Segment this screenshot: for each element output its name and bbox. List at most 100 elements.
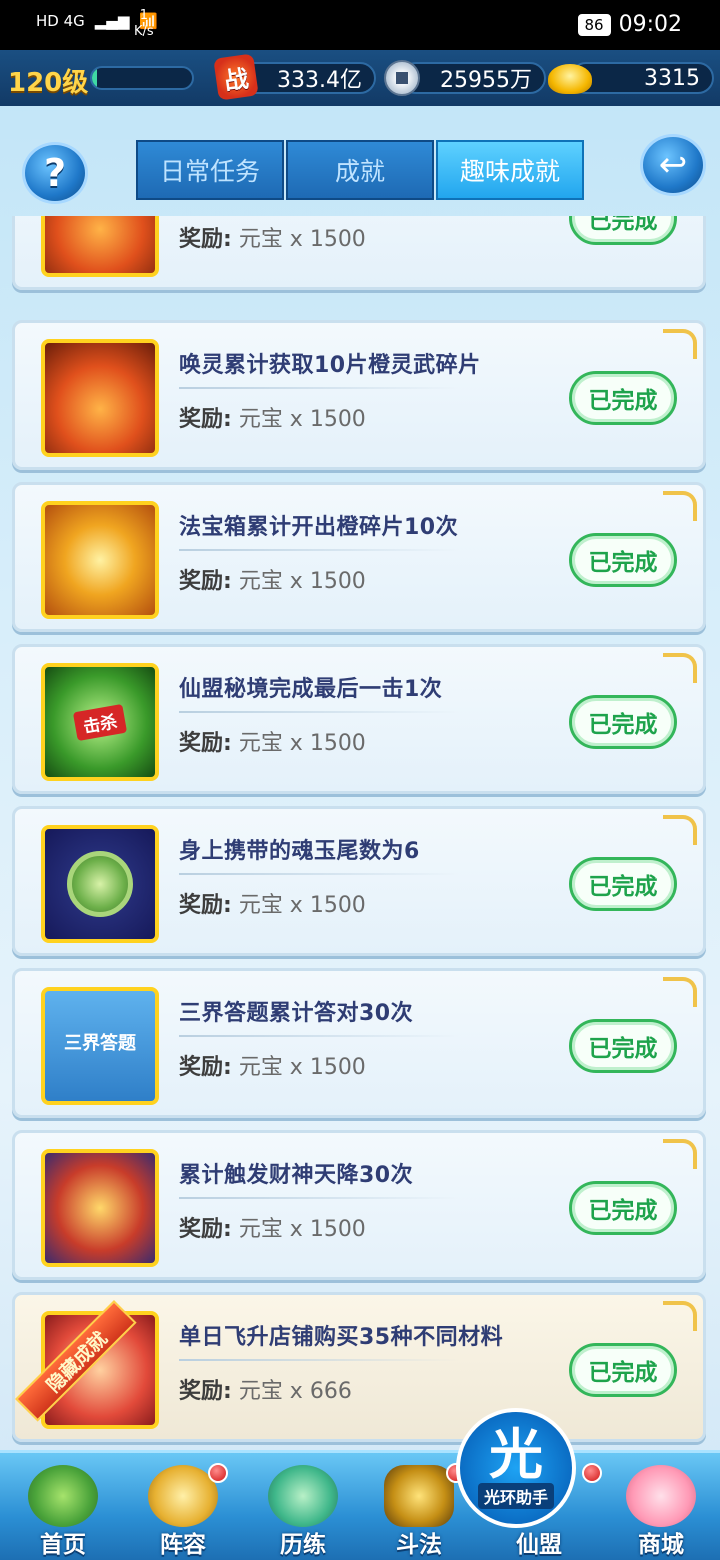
training-icon <box>268 1465 338 1527</box>
completed-button[interactable]: 已完成 <box>569 1019 677 1073</box>
nav-label: 阵容 <box>160 1532 206 1558</box>
nav-item-1[interactable]: 阵容 <box>128 1453 238 1560</box>
title-divider <box>179 711 459 713</box>
reward-label: 奖励: <box>179 1379 232 1404</box>
task-tabs: 日常任务 成就 趣味成就 <box>136 140 586 200</box>
achievement-card: 法宝箱累计开出橙碎片10次 奖励: 元宝 x 1500 已完成 <box>12 482 706 632</box>
achievement-card: 累计触发财神天降30次 奖励: 元宝 x 1500 已完成 <box>12 1130 706 1280</box>
reward-value: 元宝 x 1500 <box>238 1217 366 1242</box>
nav-item-0[interactable]: 首页 <box>8 1453 118 1560</box>
treasure-chest-icon <box>41 501 159 619</box>
completed-button[interactable]: 已完成 <box>569 216 677 245</box>
battery-indicator: 86 <box>577 13 611 36</box>
reward-label: 奖励: <box>179 893 232 918</box>
title-divider <box>179 1197 459 1199</box>
reward-value: 元宝 x 1500 <box>238 731 366 756</box>
player-level: 120级 <box>8 68 89 98</box>
completed-button[interactable]: 已完成 <box>569 857 677 911</box>
card-corner-ornament-icon <box>663 653 697 683</box>
reward-label: 奖励: <box>179 1055 232 1080</box>
nav-label: 商城 <box>638 1532 684 1558</box>
tab-1[interactable]: 成就 <box>286 140 434 200</box>
battle-sword-icon <box>384 1465 454 1527</box>
reward-value: 元宝 x 1500 <box>238 407 366 432</box>
achievement-card: 身上携带的魂玉尾数为6 奖励: 元宝 x 1500 已完成 <box>12 806 706 956</box>
completed-button[interactable]: 已完成 <box>569 533 677 587</box>
halo-assistant-label: 光环助手 <box>477 1483 554 1509</box>
jade-swirl-icon <box>41 825 159 943</box>
gold-ingot-icon <box>548 64 592 94</box>
copper-coin-icon <box>384 60 420 96</box>
achievement-title: 法宝箱累计开出橙碎片10次 <box>179 515 459 540</box>
network-speed: 1 K/s <box>134 8 154 40</box>
title-divider <box>179 873 459 875</box>
reward-value: 元宝 x 1500 <box>238 1055 366 1080</box>
card-corner-ornament-icon <box>663 1139 697 1169</box>
help-button[interactable]: ? <box>22 142 88 204</box>
fire-warrior-icon <box>41 216 159 277</box>
completed-button[interactable]: 已完成 <box>569 1181 677 1235</box>
reward-label: 奖励: <box>179 569 232 594</box>
fire-warrior-icon <box>41 339 159 457</box>
achievement-card: 隐藏成就 单日飞升店铺购买35种不同材料 奖励: 元宝 x 666 已完成 <box>12 1292 706 1442</box>
completed-button[interactable]: 已完成 <box>569 695 677 749</box>
card-corner-ornament-icon <box>663 329 697 359</box>
back-arrow-icon: ↩ <box>658 145 688 185</box>
achievement-reward: 奖励: 元宝 x 1500 <box>179 401 366 433</box>
home-island-icon <box>28 1465 98 1527</box>
combat-power-value: 333.4亿 <box>277 68 362 93</box>
achievement-card: 唤灵累计获取10片橙灵武碎片 奖励: 元宝 x 1500 已完成 <box>12 320 706 470</box>
nav-label: 历练 <box>280 1532 326 1558</box>
quiz-girl-icon: 三界答题 <box>41 987 159 1105</box>
network-speed-value: 1 <box>139 8 148 23</box>
bottom-nav: 首页 阵容 历练 斗法 仙盟 商城 <box>0 1450 720 1560</box>
achievement-title: 身上携带的魂玉尾数为6 <box>179 839 420 864</box>
network-speed-unit: K/s <box>134 24 154 39</box>
tab-2[interactable]: 趣味成就 <box>436 140 584 200</box>
copper-pill[interactable]: 25955万 <box>400 62 546 94</box>
achievement-reward: 奖励: 元宝 x 1500 <box>179 221 366 253</box>
card-corner-ornament-icon <box>663 1301 697 1331</box>
notification-dot <box>582 1463 602 1483</box>
achievement-title: 唤灵累计获取10片橙灵武碎片 <box>179 353 481 378</box>
bull-demon-icon: 击杀 <box>41 663 159 781</box>
nav-item-5[interactable]: 商城 <box>606 1453 716 1560</box>
reward-label: 奖励: <box>179 1217 232 1242</box>
completed-button[interactable]: 已完成 <box>569 1343 677 1397</box>
reward-value: 元宝 x 1500 <box>238 893 366 918</box>
card-corner-ornament-icon <box>663 815 697 845</box>
nav-item-2[interactable]: 历练 <box>248 1453 358 1560</box>
exp-progress-bar <box>90 66 194 90</box>
achievement-reward: 奖励: 元宝 x 666 <box>179 1373 352 1405</box>
reward-label: 奖励: <box>179 731 232 756</box>
achievement-title: 仙盟秘境完成最后一击1次 <box>179 677 443 702</box>
achievement-reward: 奖励: 元宝 x 1500 <box>179 887 366 919</box>
back-button[interactable]: ↩ <box>640 134 706 196</box>
completed-button[interactable]: 已完成 <box>569 371 677 425</box>
reward-value: 元宝 x 1500 <box>238 227 366 252</box>
reward-label: 奖励: <box>179 407 232 432</box>
exp-progress-fill <box>92 68 97 88</box>
tab-0[interactable]: 日常任务 <box>136 140 284 200</box>
card-corner-ornament-icon <box>663 491 697 521</box>
halo-assistant-logo: 光 <box>489 1423 543 1486</box>
resource-bar: 120级 333.4亿 战 25955万 3315 <box>0 50 720 106</box>
achievement-reward: 奖励: 元宝 x 1500 <box>179 1049 366 1081</box>
achievement-title: 单日飞升店铺购买35种不同材料 <box>179 1325 504 1350</box>
question-icon: ? <box>43 151 67 195</box>
halo-assistant-button[interactable]: 光 光环助手 <box>456 1408 576 1528</box>
thumb-badge: 击杀 <box>72 703 128 741</box>
clock: 09:02 <box>618 12 682 37</box>
shop-mall-icon <box>626 1465 696 1527</box>
achievement-list[interactable]: 奖励: 元宝 x 1500 已完成 唤灵累计获取10片橙灵武碎片 奖励: 元宝 x 1… <box>12 216 708 1450</box>
achievement-title: 累计触发财神天降30次 <box>179 1163 414 1188</box>
achievement-reward: 奖励: 元宝 x 1500 <box>179 725 366 757</box>
jade-disc-icon <box>67 851 133 917</box>
achievement-card: 奖励: 元宝 x 1500 已完成 <box>12 216 706 290</box>
ingot-value: 3315 <box>644 65 700 91</box>
god-of-wealth-icon <box>41 1149 159 1267</box>
combat-power-icon: 战 <box>213 53 259 101</box>
card-corner-ornament-icon <box>663 977 697 1007</box>
title-divider <box>179 1035 459 1037</box>
title-divider <box>179 549 459 551</box>
